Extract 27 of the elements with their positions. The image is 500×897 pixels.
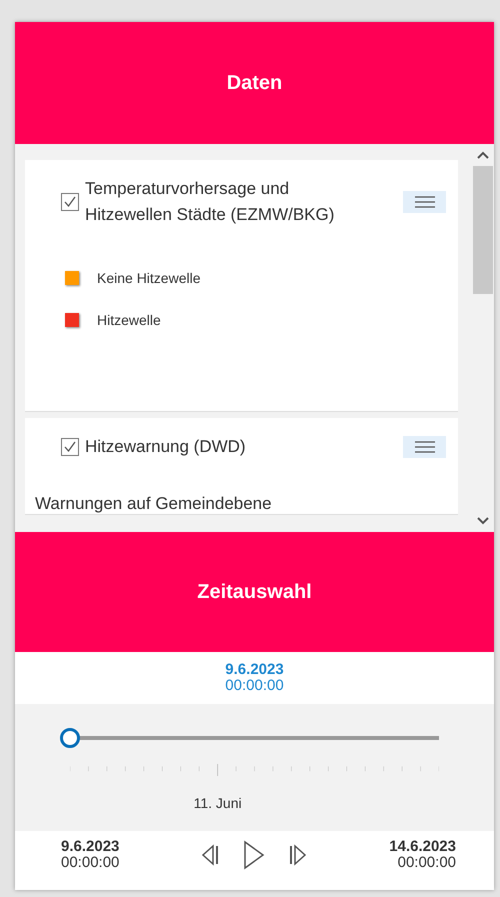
panel-header: Daten	[15, 22, 494, 144]
play-button[interactable]	[242, 839, 266, 871]
step-back-button[interactable]	[200, 843, 220, 867]
step-forward-button[interactable]	[288, 843, 308, 867]
end-date: 14.6.2023	[389, 839, 456, 855]
scroll-down-icon[interactable]	[477, 516, 489, 526]
menu-icon[interactable]	[414, 441, 434, 453]
end-time: 00:00:00	[398, 855, 456, 871]
layer-title: Hitzewarnung (DWD)	[85, 436, 247, 458]
slider-handle[interactable]	[60, 728, 80, 748]
menu-icon[interactable]	[414, 196, 434, 208]
checkbox[interactable]	[61, 193, 79, 211]
menu-button[interactable]	[403, 436, 446, 458]
current-date: 9.6.2023	[225, 662, 284, 678]
start-date: 9.6.2023	[61, 839, 120, 855]
legend-label: Hitzewelle	[97, 312, 161, 328]
tick-label: 11. Juni	[194, 795, 242, 811]
menu-button[interactable]	[403, 191, 446, 213]
layer-description: Warnungen auf Gemeindebene	[35, 494, 273, 514]
scroll-up-icon[interactable]	[477, 150, 489, 160]
current-time: 00:00:00	[225, 678, 284, 694]
checkbox[interactable]	[61, 438, 79, 456]
panel-header: Zeitauswahl	[15, 532, 494, 652]
scrollbar-thumb[interactable]	[473, 166, 493, 294]
start-time: 00:00:00	[61, 855, 120, 871]
layer-title: Temperaturvorhersage und Hitzewellen Städte (EZMW/BKG)	[85, 178, 335, 226]
legend-label: Keine Hitzewelle	[97, 270, 200, 286]
